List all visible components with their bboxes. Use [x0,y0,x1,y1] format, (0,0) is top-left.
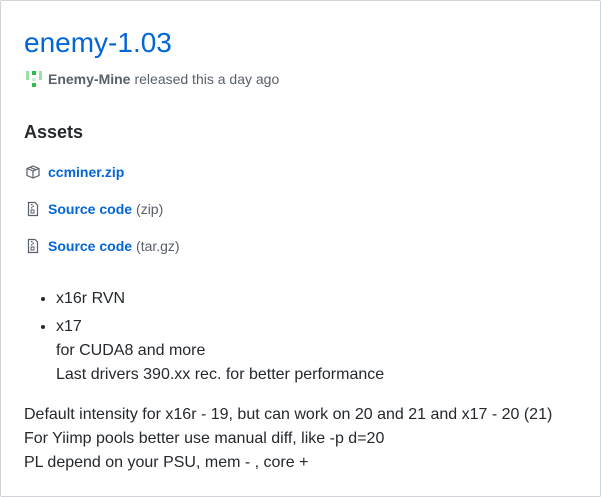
asset-link[interactable]: ccminer.zip [48,164,124,180]
release-card: enemy-1.03 Enemy-Mine released this a da… [0,0,601,497]
asset-ext: (tar.gz) [136,238,180,254]
list-item-text: x17 [56,318,82,335]
asset-ext: (zip) [136,201,164,217]
file-zip-icon [25,238,41,254]
paragraph-line: Default intensity for x16r - 19, but can… [24,406,553,423]
release-title[interactable]: enemy-1.03 [24,23,172,63]
list-item-subline: for CUDA8 and more [56,342,206,359]
notes-list: x16r RVN x17 for CUDA8 and more Last dri… [24,287,584,387]
notes-paragraph: Default intensity for x16r - 19, but can… [24,403,552,475]
file-zip-icon [25,201,41,217]
asset-link[interactable]: Source code [48,201,132,217]
paragraph-line: For Yiimp pools better use manual diff, … [24,430,385,447]
release-author[interactable]: Enemy-Mine [48,71,130,87]
assets-heading: Assets [24,122,84,142]
asset-link[interactable]: Source code [48,238,132,254]
release-meta: Enemy-Mine released this a day ago [25,69,279,89]
list-item-subline: Last drivers 390.xx rec. for better perf… [56,366,385,383]
list-item: x17 for CUDA8 and more Last drivers 390.… [56,315,584,387]
release-time: released this a day ago [134,71,280,87]
list-item-text: x16r RVN [56,290,126,307]
asset-source-targz[interactable]: Source code (tar.gz) [25,238,180,254]
package-icon [25,164,41,180]
release-notes: x16r RVN x17 for CUDA8 and more Last dri… [24,287,584,391]
asset-ccminer-zip[interactable]: ccminer.zip [25,164,124,180]
avatar[interactable] [25,69,43,89]
paragraph-line: PL depend on your PSU, mem - , core + [24,454,309,471]
asset-source-zip[interactable]: Source code (zip) [25,201,163,217]
list-item: x16r RVN [56,287,584,311]
